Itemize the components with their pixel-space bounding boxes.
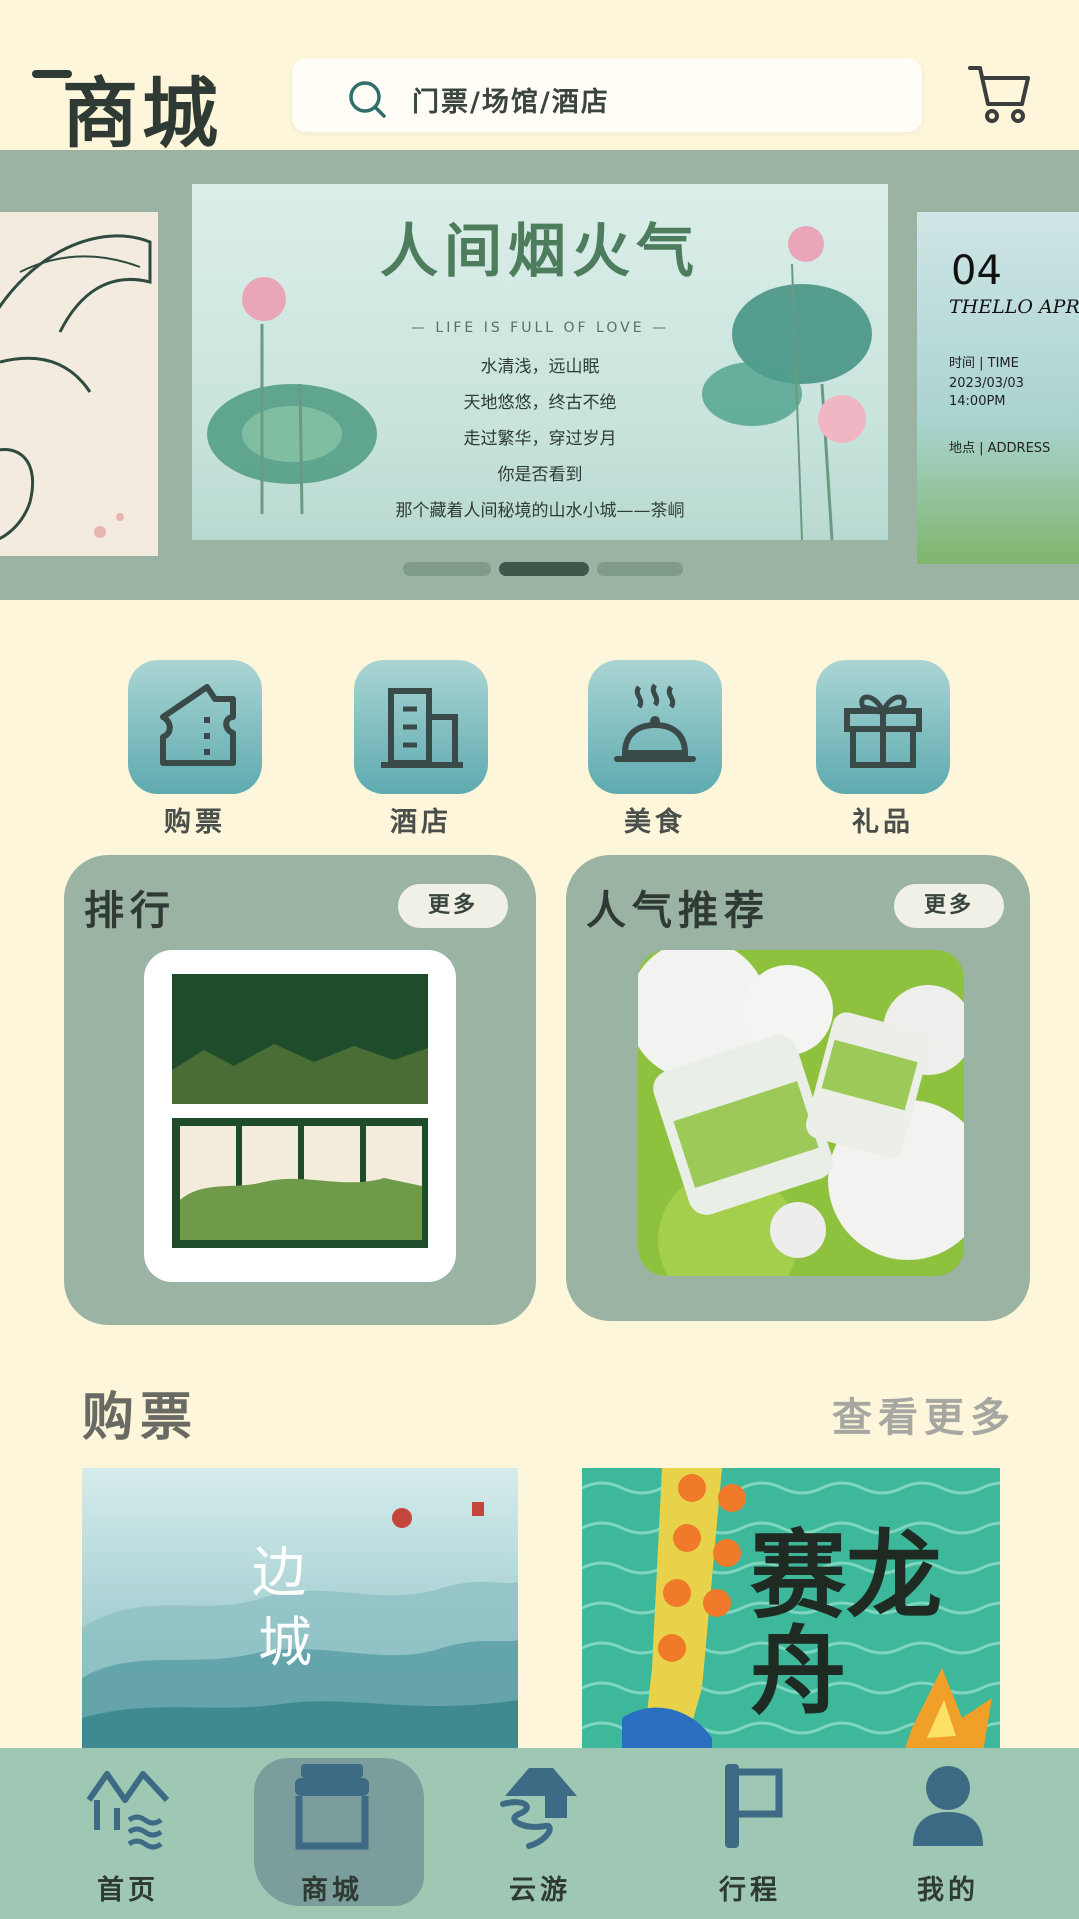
- banner-slide-next[interactable]: 04 THELLO APRIL 时间 | TIME 2023/03/03 14:…: [917, 212, 1079, 564]
- page-title: 商城: [62, 69, 222, 158]
- nav-label: 商城: [301, 1875, 363, 1906]
- event-time: 14:00PM: [949, 394, 1006, 409]
- event-number: 04: [951, 248, 1002, 294]
- ranking-title: 排行: [84, 887, 176, 934]
- event-date: 2023/03/03: [949, 376, 1024, 391]
- section-more-link[interactable]: 查看更多: [832, 1385, 1016, 1443]
- popular-product-image[interactable]: [638, 950, 964, 1276]
- nav-cloud-tour[interactable]: 云游: [450, 1760, 630, 1910]
- popular-more-button[interactable]: 更多: [894, 884, 1004, 928]
- popular-title: 人气推荐: [586, 887, 770, 934]
- banner-line: 水清浅，远山眠: [480, 357, 600, 377]
- category-food[interactable]: [588, 660, 722, 794]
- hand-illustration: [0, 234, 152, 541]
- category-hotel[interactable]: [354, 660, 488, 794]
- milk-tea-cups-image: [638, 950, 964, 1276]
- ranking-product-image[interactable]: [144, 950, 456, 1282]
- nav-itinerary[interactable]: 行程: [660, 1760, 840, 1910]
- tea-gift-box-image: [172, 974, 428, 1248]
- poster-dragon-boat[interactable]: 赛龙舟: [582, 1468, 1000, 1758]
- carousel-dot[interactable]: [597, 562, 683, 576]
- carousel-dot[interactable]: [403, 562, 491, 576]
- event-time-label: 时间 | TIME: [949, 356, 1019, 371]
- banner-slide-main[interactable]: 人间烟火气 — LIFE IS FULL OF LOVE — 水清浅，远山眠 天…: [192, 184, 888, 540]
- event-place-label: 地点 | ADDRESS: [949, 441, 1051, 456]
- cart-icon[interactable]: [966, 60, 1032, 126]
- banner-slide-prev[interactable]: [0, 212, 158, 556]
- category-label: 美食: [624, 807, 686, 838]
- banner-line: 天地悠悠，终古不绝: [463, 393, 617, 413]
- hotel-icon: [381, 688, 463, 768]
- banner-title: 人间烟火气: [379, 217, 700, 285]
- cloud-tour-icon: [500, 1768, 577, 1849]
- nav-shop[interactable]: 商城: [242, 1760, 422, 1910]
- carousel-dot-active[interactable]: [499, 562, 589, 576]
- section-title: 购票: [82, 1387, 199, 1448]
- poster-title-1: 边: [252, 1541, 306, 1604]
- gift-icon: [844, 694, 922, 768]
- banner-line: 走过繁华，穿过岁月: [463, 429, 617, 449]
- ranking-more-button[interactable]: 更多: [398, 884, 508, 928]
- food-icon: [614, 683, 696, 762]
- banner-line: 你是否看到: [497, 465, 583, 485]
- category-ticket[interactable]: [128, 660, 262, 794]
- ticket-icon: [160, 684, 236, 766]
- profile-icon: [913, 1766, 983, 1846]
- poster-title: 赛龙舟: [750, 1519, 942, 1728]
- poster-title-2: 城: [258, 1611, 312, 1674]
- nav-profile[interactable]: 我的: [858, 1760, 1038, 1910]
- nav-label: 云游: [509, 1875, 571, 1906]
- category-label: 礼品: [852, 807, 914, 838]
- nav-label: 我的: [917, 1875, 979, 1906]
- category-gift[interactable]: [816, 660, 950, 794]
- shop-icon: [295, 1764, 369, 1850]
- nav-label: 首页: [97, 1875, 159, 1906]
- nav-label: 行程: [719, 1875, 781, 1906]
- banner-line: 那个藏着人间秘境的山水小城——茶峒: [395, 501, 685, 521]
- flag-icon: [725, 1764, 783, 1848]
- poster-biancheng[interactable]: 边 城: [82, 1468, 518, 1758]
- home-icon: [86, 1771, 170, 1850]
- search-icon[interactable]: [346, 78, 388, 120]
- category-label: 酒店: [390, 807, 452, 838]
- nav-home[interactable]: 首页: [38, 1760, 218, 1910]
- event-heading: THELLO APRIL: [949, 296, 1079, 318]
- category-label: 购票: [164, 807, 226, 838]
- search-input[interactable]: 门票/场馆/酒店: [412, 80, 610, 119]
- banner-subtitle: — LIFE IS FULL OF LOVE —: [410, 320, 669, 336]
